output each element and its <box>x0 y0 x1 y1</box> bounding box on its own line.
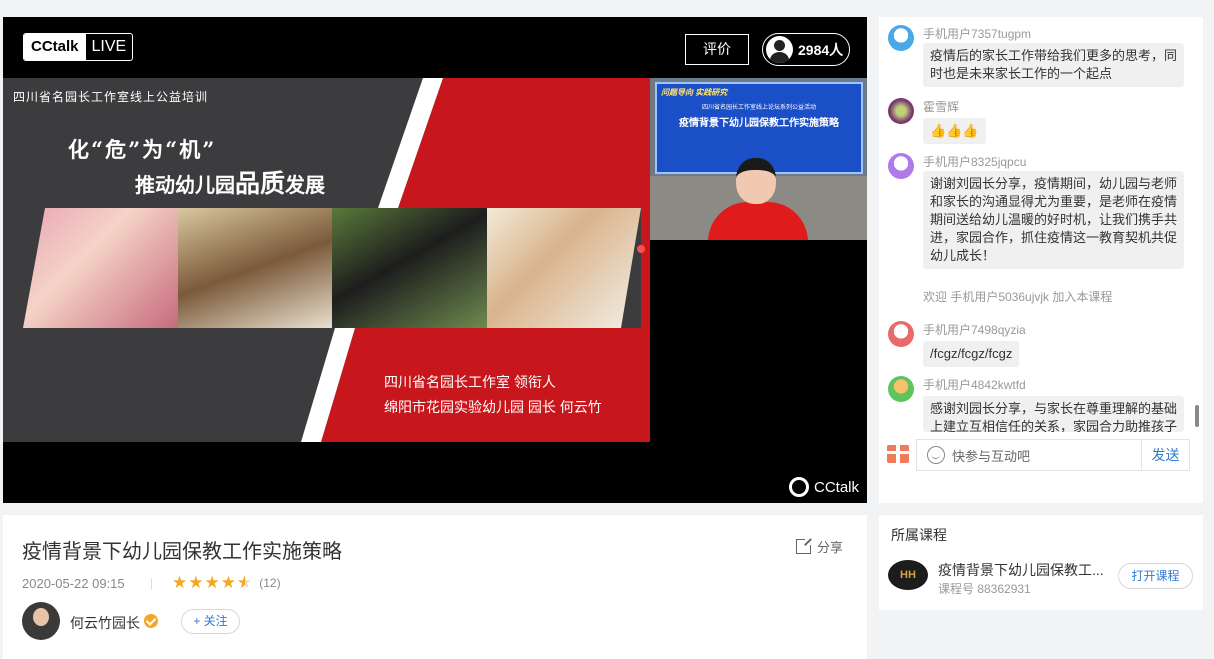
gift-icon[interactable] <box>887 445 909 463</box>
rating-count: (12) <box>259 576 281 590</box>
cctalk-logo-icon <box>789 477 809 497</box>
half-star-icon: ★ <box>237 573 252 593</box>
chat-username: 手机用户8325jqpcu <box>923 155 1027 169</box>
user-avatar <box>888 98 914 124</box>
open-course-button[interactable]: 打开课程 <box>1118 563 1193 589</box>
teacher-name[interactable]: 何云竹园长 <box>70 613 140 633</box>
presenter-head <box>736 158 776 204</box>
user-icon <box>766 36 793 63</box>
star-icon: ★ <box>188 573 204 592</box>
emoji-icon[interactable] <box>927 446 945 464</box>
user-avatar <box>888 153 914 179</box>
verified-badge-icon <box>144 614 158 628</box>
slide-photo-strip <box>23 208 641 328</box>
logo-live-text: LIVE <box>91 38 127 55</box>
slide-photo <box>23 208 178 328</box>
course-thumbnail[interactable]: HH <box>888 560 928 590</box>
slide-title-line2: 推动幼儿园品质发展 <box>135 169 326 198</box>
course-info-panel: 疫情背景下幼儿园保教工作实施策略 分享 2020-05-22 09:15 ★ ★… <box>3 515 867 659</box>
parent-course-heading: 所属课程 <box>891 527 947 543</box>
course-date: 2020-05-22 09:15 <box>22 576 125 591</box>
video-player[interactable]: CCtalk LIVE 评价 2984人 四川省名园长工作室线上公益培训 化“危… <box>3 17 867 503</box>
chat-input-box[interactable]: 快参与互动吧 发送 <box>916 439 1190 471</box>
chat-message: /fcgz/fcgz/fcgz <box>923 341 1020 367</box>
chat-message: 感谢刘园长分享，与家长在尊重理解的基础 上建立互相信任的关系，家园合力助推孩子 <box>923 396 1185 432</box>
user-avatar <box>888 25 914 51</box>
camera-screen-line2: 四川省名园长工作室线上论坛系列公益活动 <box>701 105 816 111</box>
user-avatar <box>888 321 914 347</box>
cctalk-watermark: CCtalk <box>789 477 859 497</box>
presenter-camera: 问题导向 实践研究 四川省名园长工作室线上论坛系列公益活动 疫情背景下幼儿园保教… <box>650 78 867 240</box>
slide-caption-1: 四川省名园长工作室 领衔人 <box>384 374 556 390</box>
course-title: 疫情背景下幼儿园保教工作实施策略 <box>22 541 342 563</box>
camera-screen-line3: 疫情背景下幼儿园保教工作实施策略 <box>679 118 839 129</box>
slide-photo <box>486 208 641 328</box>
teacher-avatar[interactable] <box>22 602 60 640</box>
chat-username: 手机用户7357tugpm <box>923 27 1032 41</box>
join-notice: 欢迎 手机用户5036ujvjk 加入本课程 <box>923 290 1113 304</box>
slide-header-text: 四川省名园长工作室线上公益培训 <box>13 90 209 104</box>
chat-username: 手机用户4842kwtfd <box>923 378 1026 392</box>
parent-course-panel: 所属课程 HH 疫情背景下幼儿园保教工... 课程号 88362931 打开课程 <box>879 515 1203 610</box>
star-icon: ★ <box>204 573 220 592</box>
chat-input-row: 快参与互动吧 发送 <box>879 437 1203 473</box>
viewer-count-badge: 2984人 <box>762 33 850 66</box>
star-icon: ★ <box>172 573 188 592</box>
chat-message: 👍👍👍 <box>923 118 986 144</box>
follow-button[interactable]: + 关注 <box>181 609 240 634</box>
send-button[interactable]: 发送 <box>1141 440 1189 470</box>
slide-photo <box>177 208 332 328</box>
chat-message: 疫情后的家长工作带给我们更多的思考，同 时也是未来家长工作的一个起点 <box>923 43 1185 87</box>
share-label: 分享 <box>817 540 844 555</box>
user-avatar <box>888 376 914 402</box>
logo-cctalk-text: CCtalk <box>24 34 86 60</box>
chat-username: 霍雪辉 <box>923 100 960 114</box>
share-button[interactable]: 分享 <box>796 537 843 556</box>
chat-panel[interactable]: 手机用户7357tugpm 疫情后的家长工作带给我们更多的思考，同 时也是未来家长… <box>879 17 1203 503</box>
chat-username: 手机用户7498qyzia <box>923 323 1026 337</box>
parent-course-name[interactable]: 疫情背景下幼儿园保教工... <box>938 560 1108 580</box>
share-icon <box>796 537 813 554</box>
presentation-slide: 四川省名园长工作室线上公益培训 化“危”为“机” 推动幼儿园品质发展 四川省名园… <box>3 78 650 442</box>
viewer-count: 2984人 <box>798 41 844 58</box>
chat-input-field[interactable]: 快参与互动吧 <box>952 446 1141 465</box>
cctalk-live-logo: CCtalk LIVE <box>23 33 134 61</box>
parent-course-number: 课程号 88362931 <box>938 582 1031 596</box>
chat-message: 谢谢刘园长分享，疫情期间，幼儿园与老师 和家长的沟通显得尤为重要，是老师在疫情 期间… <box>923 171 1185 269</box>
slide-pointer-dot <box>637 245 645 253</box>
divider <box>151 578 152 590</box>
slide-title-line1: 化“危”为“机” <box>68 137 217 162</box>
rate-button[interactable]: 评价 <box>685 34 749 65</box>
rating-stars: ★ ★ ★ ★ ★ (12) <box>172 573 281 593</box>
watermark-text: CCtalk <box>814 478 860 496</box>
camera-screen-line1: 问题导向 实践研究 <box>661 88 728 97</box>
slide-caption-2: 绵阳市花园实验幼儿园 园长 何云竹 <box>384 399 602 415</box>
star-icon: ★ <box>220 573 236 592</box>
slide-photo <box>332 208 487 328</box>
chat-scrollbar[interactable] <box>1195 405 1199 427</box>
